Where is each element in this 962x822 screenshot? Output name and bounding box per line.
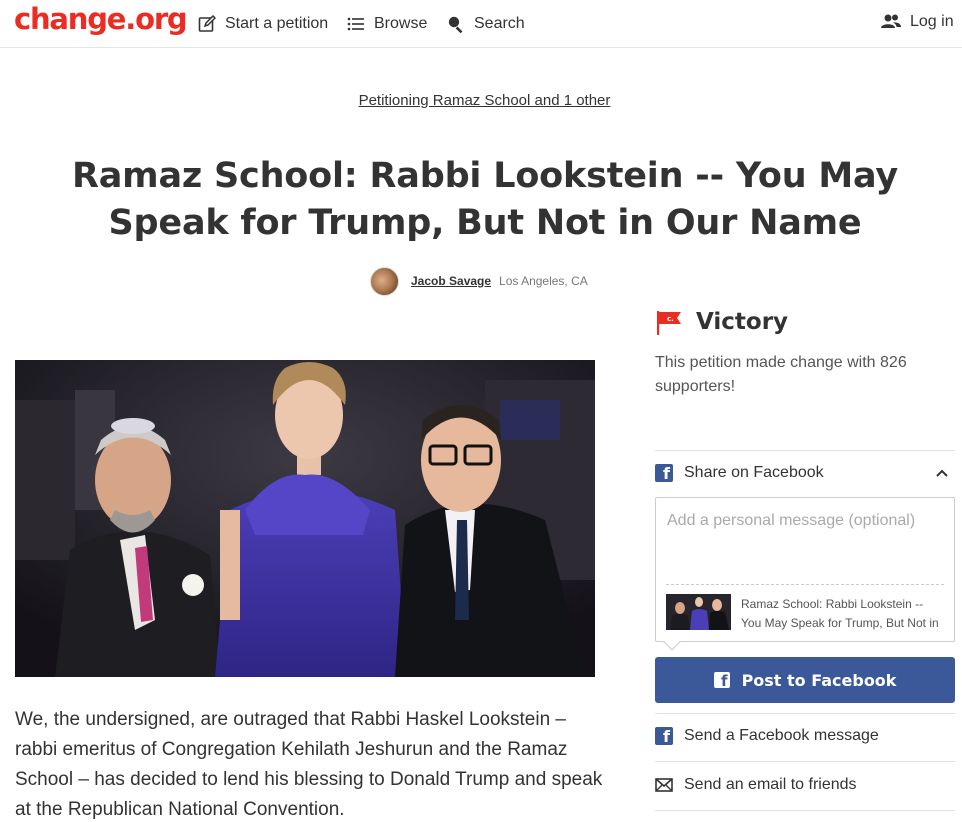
divider [655, 761, 955, 762]
divider [655, 713, 955, 714]
author-avatar[interactable] [370, 266, 399, 296]
change-org-logo[interactable]: change.org [14, 2, 188, 36]
share-on-facebook-toggle[interactable]: f Share on Facebook [655, 464, 955, 483]
author-name-link[interactable]: Jacob Savage [411, 274, 491, 288]
start-petition-label: Start a petition [225, 15, 329, 32]
share-on-facebook-label: Share on Facebook [684, 464, 824, 481]
send-email-label: Send an email to friends [684, 776, 857, 793]
edit-icon [198, 15, 216, 32]
victory-title: Victory [696, 309, 789, 335]
petition-title: Ramaz School: Rabbi Lookstein -- You May… [72, 156, 898, 243]
personal-message-input[interactable]: Add a personal message (optional) [667, 512, 915, 530]
facebook-icon: f [713, 672, 730, 690]
send-facebook-message-label: Send a Facebook message [684, 727, 879, 744]
petitioning-targets-link[interactable]: Petitioning Ramaz School and 1 other [0, 92, 962, 109]
petition-body-text: We, the undersigned, are outraged that R… [15, 709, 603, 820]
list-icon [347, 17, 364, 31]
login-link[interactable]: Log in [881, 10, 954, 34]
login-label: Log in [910, 13, 954, 30]
search-icon [448, 16, 463, 33]
send-email-link[interactable]: Send an email to friends [655, 776, 955, 794]
browse-link[interactable]: Browse [347, 12, 427, 36]
victory-flag-icon: c. [657, 311, 681, 335]
post-to-facebook-label: Post to Facebook [741, 670, 897, 690]
facebook-icon: f [655, 464, 673, 483]
chevron-up-icon[interactable] [935, 466, 949, 480]
divider [666, 584, 944, 585]
facebook-icon: f [655, 727, 673, 746]
victory-description: This petition made change with 826 suppo… [655, 354, 907, 395]
divider [655, 810, 955, 811]
start-petition-link[interactable]: Start a petition [198, 12, 328, 36]
share-preview-title: Ramaz School: Rabbi Lookstein -- You May… [741, 595, 941, 633]
svg-text:c.: c. [667, 315, 674, 323]
post-to-facebook-button[interactable]: f Post to Facebook [655, 657, 955, 703]
message-box-caret [663, 633, 681, 651]
author-location: Los Angeles, CA [499, 274, 588, 288]
petition-thumbnail [666, 594, 731, 630]
envelope-icon [655, 778, 673, 792]
top-navigation-bar: change.org Start a petition Browse Searc… [0, 0, 962, 48]
petition-photo [15, 360, 595, 677]
share-preview-text: Ramaz School: Rabbi Lookstein -- You May… [741, 597, 939, 630]
user-icon [881, 14, 901, 28]
send-facebook-message-link[interactable]: f Send a Facebook message [655, 727, 955, 746]
browse-label: Browse [374, 15, 428, 32]
author-info: Jacob Savage Los Angeles, CA [370, 266, 588, 296]
search-link[interactable]: Search [447, 12, 525, 36]
search-label: Search [474, 15, 525, 32]
victory-heading: c. Victory [655, 308, 788, 336]
divider [655, 450, 955, 451]
facebook-message-box: Add a personal message (optional) Ramaz … [655, 497, 955, 651]
